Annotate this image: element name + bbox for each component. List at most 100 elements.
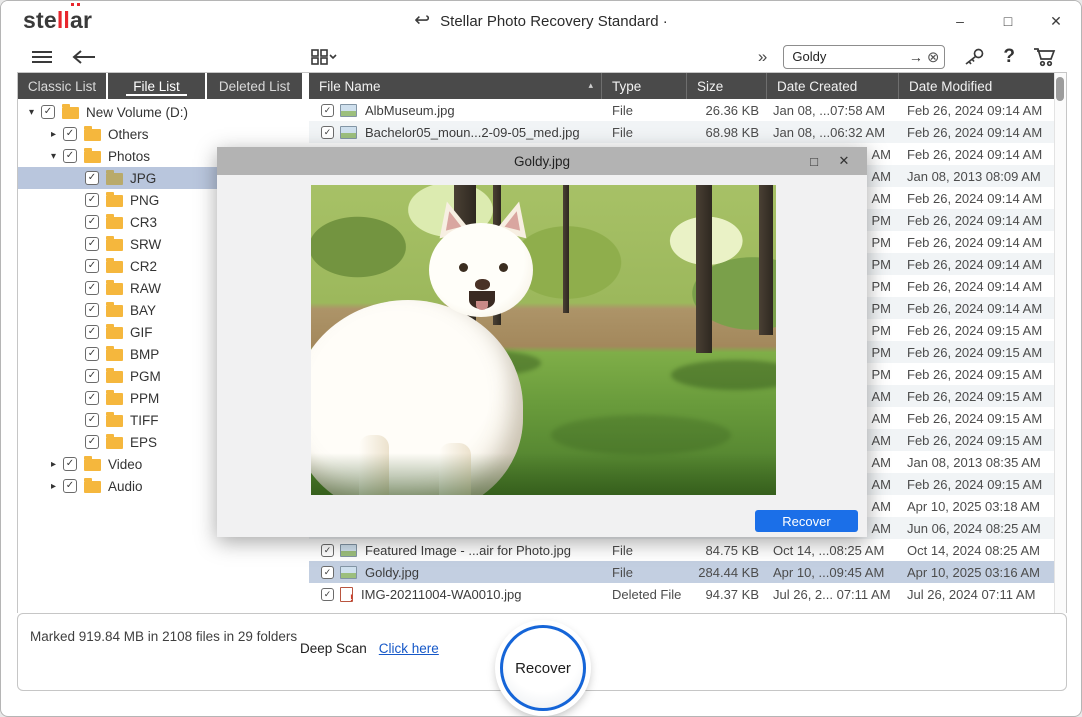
tree-item-label: Audio [108,479,143,494]
tree-checkbox[interactable]: ✓ [85,259,99,273]
tree-item-new-volume-d-[interactable]: ▾✓New Volume (D:) [18,101,307,123]
vertical-scrollbar[interactable] [1054,73,1066,613]
tree-item-label: RAW [130,281,161,296]
activation-key-icon[interactable] [963,48,985,66]
tree-checkbox[interactable]: ✓ [85,215,99,229]
tree-item-others[interactable]: ▸✓Others [18,123,307,145]
image-file-icon [340,104,357,117]
tree-checkbox[interactable]: ✓ [63,127,77,141]
undo-arrow-icon: ↩ [414,9,430,32]
file-name: IMG-20211004-WA0010.jpg [361,587,521,602]
view-grid-icon[interactable] [309,49,339,65]
tree-item-label: CR3 [130,215,157,230]
tree-item-label: PNG [130,193,159,208]
date-modified: Feb 26, 2024 09:14 AM [899,191,1057,206]
tree-checkbox[interactable]: ✓ [85,281,99,295]
expander-icon[interactable]: ▾ [46,151,61,162]
tree-checkbox[interactable]: ✓ [85,303,99,317]
expander-icon[interactable]: ▸ [46,129,61,140]
file-size: 284.44 KB [687,565,767,580]
date-created: Jul 26, 2... 07:11 AM [767,587,899,602]
search-clear-icon[interactable]: ⊗ [925,48,945,66]
file-type: File [602,125,687,140]
minimize-button[interactable]: – [949,10,971,32]
image-file-icon [340,544,357,557]
date-modified: Feb 26, 2024 09:14 AM [899,125,1057,140]
tab-classic-list[interactable]: Classic List [18,73,106,99]
back-arrow-icon[interactable] [71,50,97,64]
tree-item-label: JPG [130,171,156,186]
column-header-type[interactable]: Type [602,73,687,99]
deep-scan-link[interactable]: Click here [379,641,439,656]
file-type: File [602,565,687,580]
expander-icon[interactable]: ▾ [24,107,39,118]
folder-icon [106,327,123,339]
tree-checkbox[interactable]: ✓ [85,413,99,427]
row-checkbox[interactable]: ✓ [321,126,334,139]
date-modified: Jun 06, 2024 08:25 AM [899,521,1057,536]
tree-checkbox[interactable]: ✓ [85,193,99,207]
table-row[interactable]: ✓Bachelor05_moun...2-09-05_med.jpgFile68… [309,121,1057,143]
row-checkbox[interactable]: ✓ [321,588,334,601]
column-header-date-created[interactable]: Date Created [767,73,899,99]
tree-item-label: BAY [130,303,156,318]
tree-checkbox[interactable]: ✓ [85,347,99,361]
expander-icon[interactable]: ▸ [46,481,61,492]
table-row[interactable]: ✓Featured Image - ...air for Photo.jpgFi… [309,539,1057,561]
tab-deleted-list[interactable]: Deleted List [207,73,302,99]
table-row[interactable]: ✓AlbMuseum.jpgFile26.36 KBJan 08, ...07:… [309,99,1057,121]
tree-checkbox[interactable]: ✓ [63,457,77,471]
column-header-size[interactable]: Size [687,73,767,99]
column-header-file-name[interactable]: File Name▴ [309,73,602,99]
tree-checkbox[interactable]: ✓ [85,325,99,339]
tree-checkbox[interactable]: ✓ [85,391,99,405]
menu-icon[interactable] [31,50,53,64]
tree-checkbox[interactable]: ✓ [41,105,55,119]
expander-icon[interactable]: ▸ [46,459,61,470]
dialog-recover-button[interactable]: Recover [755,510,858,532]
logo-dots-icon [71,3,74,6]
dialog-maximize-icon[interactable]: □ [799,147,829,175]
tree-item-label: Photos [108,149,150,164]
tree-checkbox[interactable]: ✓ [63,149,77,163]
row-checkbox[interactable]: ✓ [321,104,334,117]
tab-file-list[interactable]: File List [108,73,205,99]
file-name: Goldy.jpg [365,565,419,580]
dialog-title: Goldy.jpg [285,154,799,169]
row-checkbox[interactable]: ✓ [321,544,334,557]
search-go-icon[interactable]: → [907,49,925,65]
date-created: Jan 08, ...07:58 AM [767,103,899,118]
file-size: 26.36 KB [687,103,767,118]
cart-icon[interactable] [1033,47,1057,67]
tree-checkbox[interactable]: ✓ [85,369,99,383]
tree-checkbox[interactable]: ✓ [85,171,99,185]
date-created: Jan 08, ...06:32 AM [767,125,899,140]
app-window: stellar ↩ Stellar Photo Recovery Standar… [0,0,1082,717]
column-header-date-modified[interactable]: Date Modified [899,73,1057,99]
close-button[interactable]: ✕ [1045,10,1067,32]
folder-icon [106,349,123,361]
recover-button[interactable]: Recover [500,625,586,711]
tree-item-label: SRW [130,237,161,252]
table-row[interactable]: ✓Goldy.jpgFile284.44 KBApr 10, ...09:45 … [309,561,1057,583]
table-row[interactable]: ✓IMG-20211004-WA0010.jpgDeleted File94.3… [309,583,1057,605]
tree-checkbox[interactable]: ✓ [85,435,99,449]
tree-item-label: Video [108,457,142,472]
stellar-logo: stellar [23,7,92,34]
folder-icon [62,107,79,119]
dialog-close-icon[interactable]: ✕ [829,147,859,175]
folder-icon [106,239,123,251]
folder-icon [106,261,123,273]
tree-checkbox[interactable]: ✓ [85,237,99,251]
toolbar: » → ⊗ ? [1,41,1081,72]
search-input[interactable] [784,49,906,64]
date-modified: Apr 10, 2025 03:18 AM [899,499,1057,514]
overflow-chevron-icon[interactable]: » [758,47,765,67]
tree-item-label: PGM [130,369,161,384]
tree-checkbox[interactable]: ✓ [63,479,77,493]
folder-icon [106,305,123,317]
scrollbar-thumb[interactable] [1056,77,1064,101]
help-icon[interactable]: ? [1003,46,1015,68]
maximize-button[interactable]: □ [997,10,1019,32]
row-checkbox[interactable]: ✓ [321,566,334,579]
